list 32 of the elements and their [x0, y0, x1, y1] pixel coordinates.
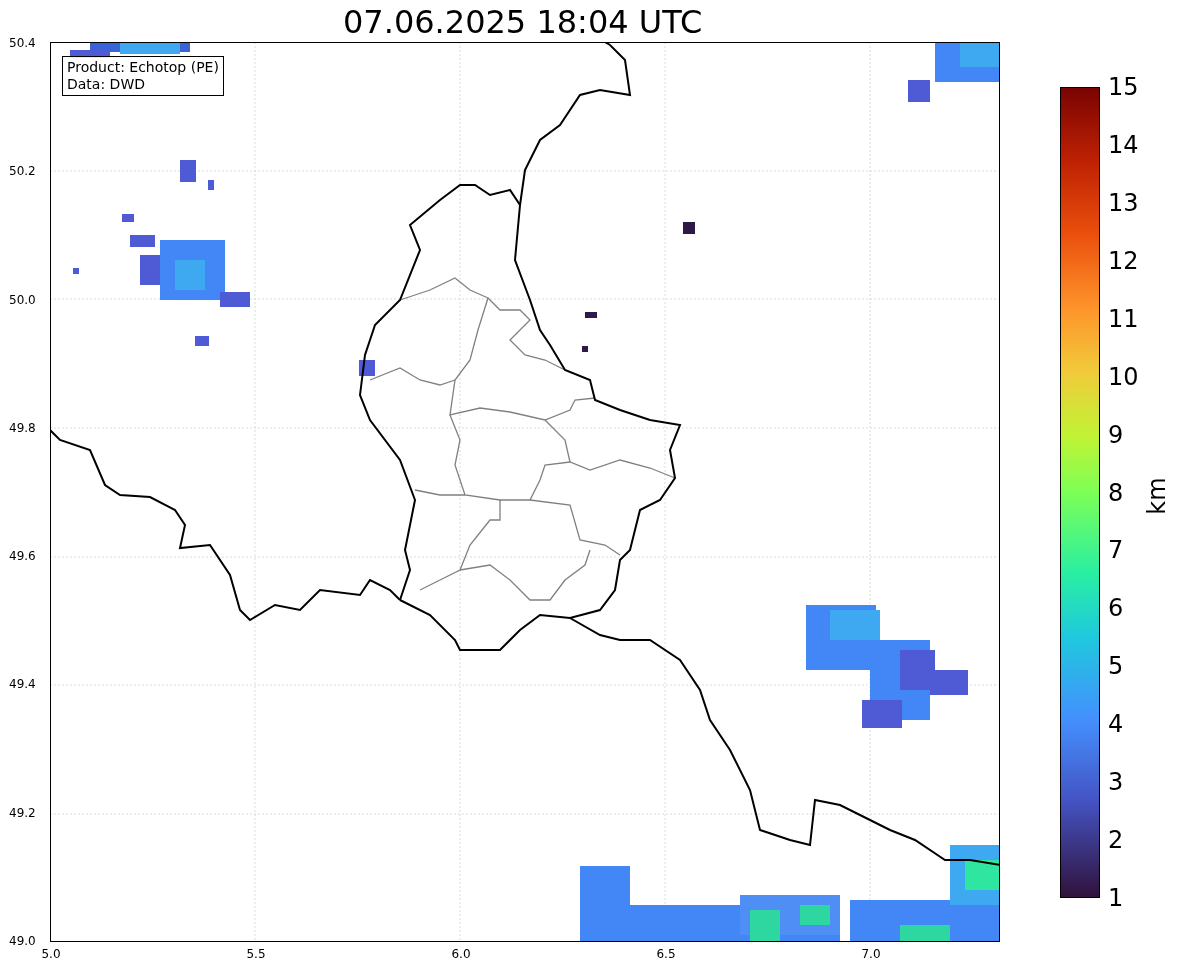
x-tick-label: 6.0 — [451, 947, 471, 961]
colorbar-label: km — [1142, 477, 1171, 515]
y-tick-label: 50.4 — [9, 36, 36, 50]
colorbar-tick-label: 5 — [1108, 652, 1124, 681]
y-tick-label: 49.6 — [9, 549, 36, 564]
x-tick-label: 6.5 — [656, 947, 676, 961]
colorbar-tick-label: 2 — [1108, 826, 1124, 855]
x-tick-label: 7.0 — [861, 947, 881, 961]
colorbar-tick-label: 8 — [1108, 478, 1124, 507]
colorbar-tick-label: 12 — [1108, 246, 1139, 275]
y-tick-label: 50.0 — [9, 292, 36, 307]
y-tick-label: 50.2 — [9, 164, 36, 179]
y-tick-label: 49.2 — [9, 805, 36, 820]
info-text: Product: Echotop (PE) — [67, 59, 219, 76]
x-tick-label: 5.5 — [246, 947, 266, 961]
colorbar-tick-label: 10 — [1108, 362, 1139, 391]
colorbar-tick-label: 7 — [1108, 536, 1124, 565]
colorbar-tick-label: 6 — [1108, 594, 1124, 623]
colorbar-tick-label: 15 — [1108, 73, 1139, 101]
colorbar-tick-label: 14 — [1108, 130, 1139, 159]
y-tick-label: 49.0 — [9, 934, 36, 948]
colorbar-tick-label: 1 — [1108, 884, 1124, 912]
y-tick-label: 49.8 — [9, 420, 36, 435]
colorbar-tick-label: 11 — [1108, 304, 1139, 333]
info-text: Data: DWD — [67, 76, 146, 93]
colorbar-tick-label: 13 — [1108, 188, 1139, 217]
x-tick-label: 5.0 — [41, 947, 61, 961]
chart-title: 07.06.2025 18:04 UTC — [343, 2, 703, 42]
colorbar-tick-label: 3 — [1108, 768, 1124, 797]
colorbar-tick-label: 4 — [1108, 710, 1124, 739]
colorbar-tick-label: 9 — [1108, 420, 1124, 449]
y-tick-label: 49.4 — [9, 677, 36, 692]
